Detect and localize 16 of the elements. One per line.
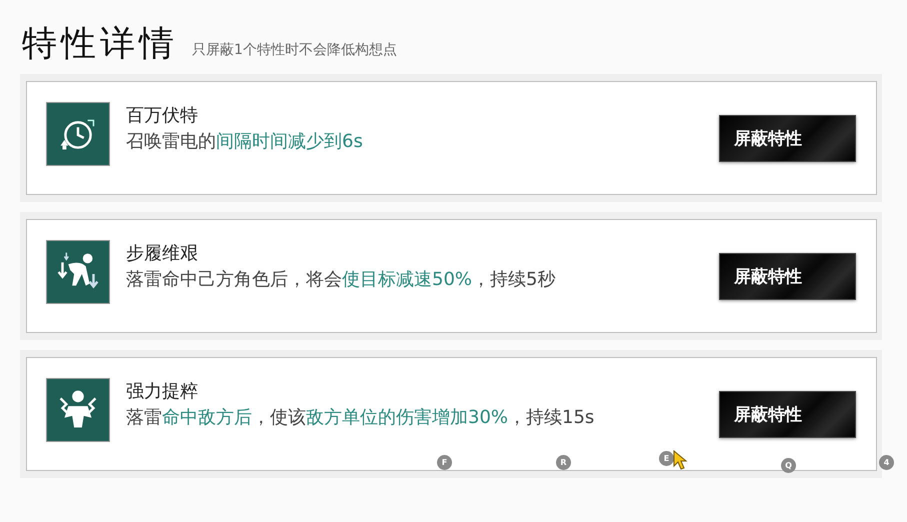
trait-description: 落雷命中敌方后，使该敌方单位的伤害增加30%，持续15s xyxy=(126,406,596,430)
trait-description: 落雷命中己方角色后，将会使目标减速50%，持续5秒 xyxy=(126,268,556,292)
page-subtitle: 只屏蔽1个特性时不会降低构想点 xyxy=(192,41,397,60)
figure-lightning-icon xyxy=(46,378,110,442)
key-hint: 4 xyxy=(879,455,894,470)
stopwatch-icon xyxy=(46,102,110,166)
trait-name: 强力提粹 xyxy=(126,380,199,404)
stooped-figure-icon xyxy=(46,240,110,304)
block-trait-button[interactable]: 屏蔽特性 xyxy=(719,390,856,438)
trait-description: 召唤雷电的间隔时间减少到6s xyxy=(126,130,364,154)
page-title: 特性详情 xyxy=(22,27,178,62)
block-trait-button[interactable]: 屏蔽特性 xyxy=(719,114,856,162)
trait-name: 步履维艰 xyxy=(126,242,199,266)
block-trait-button[interactable]: 屏蔽特性 xyxy=(719,252,856,300)
trait-name: 百万伏特 xyxy=(126,104,199,128)
cursor-icon xyxy=(673,450,687,470)
